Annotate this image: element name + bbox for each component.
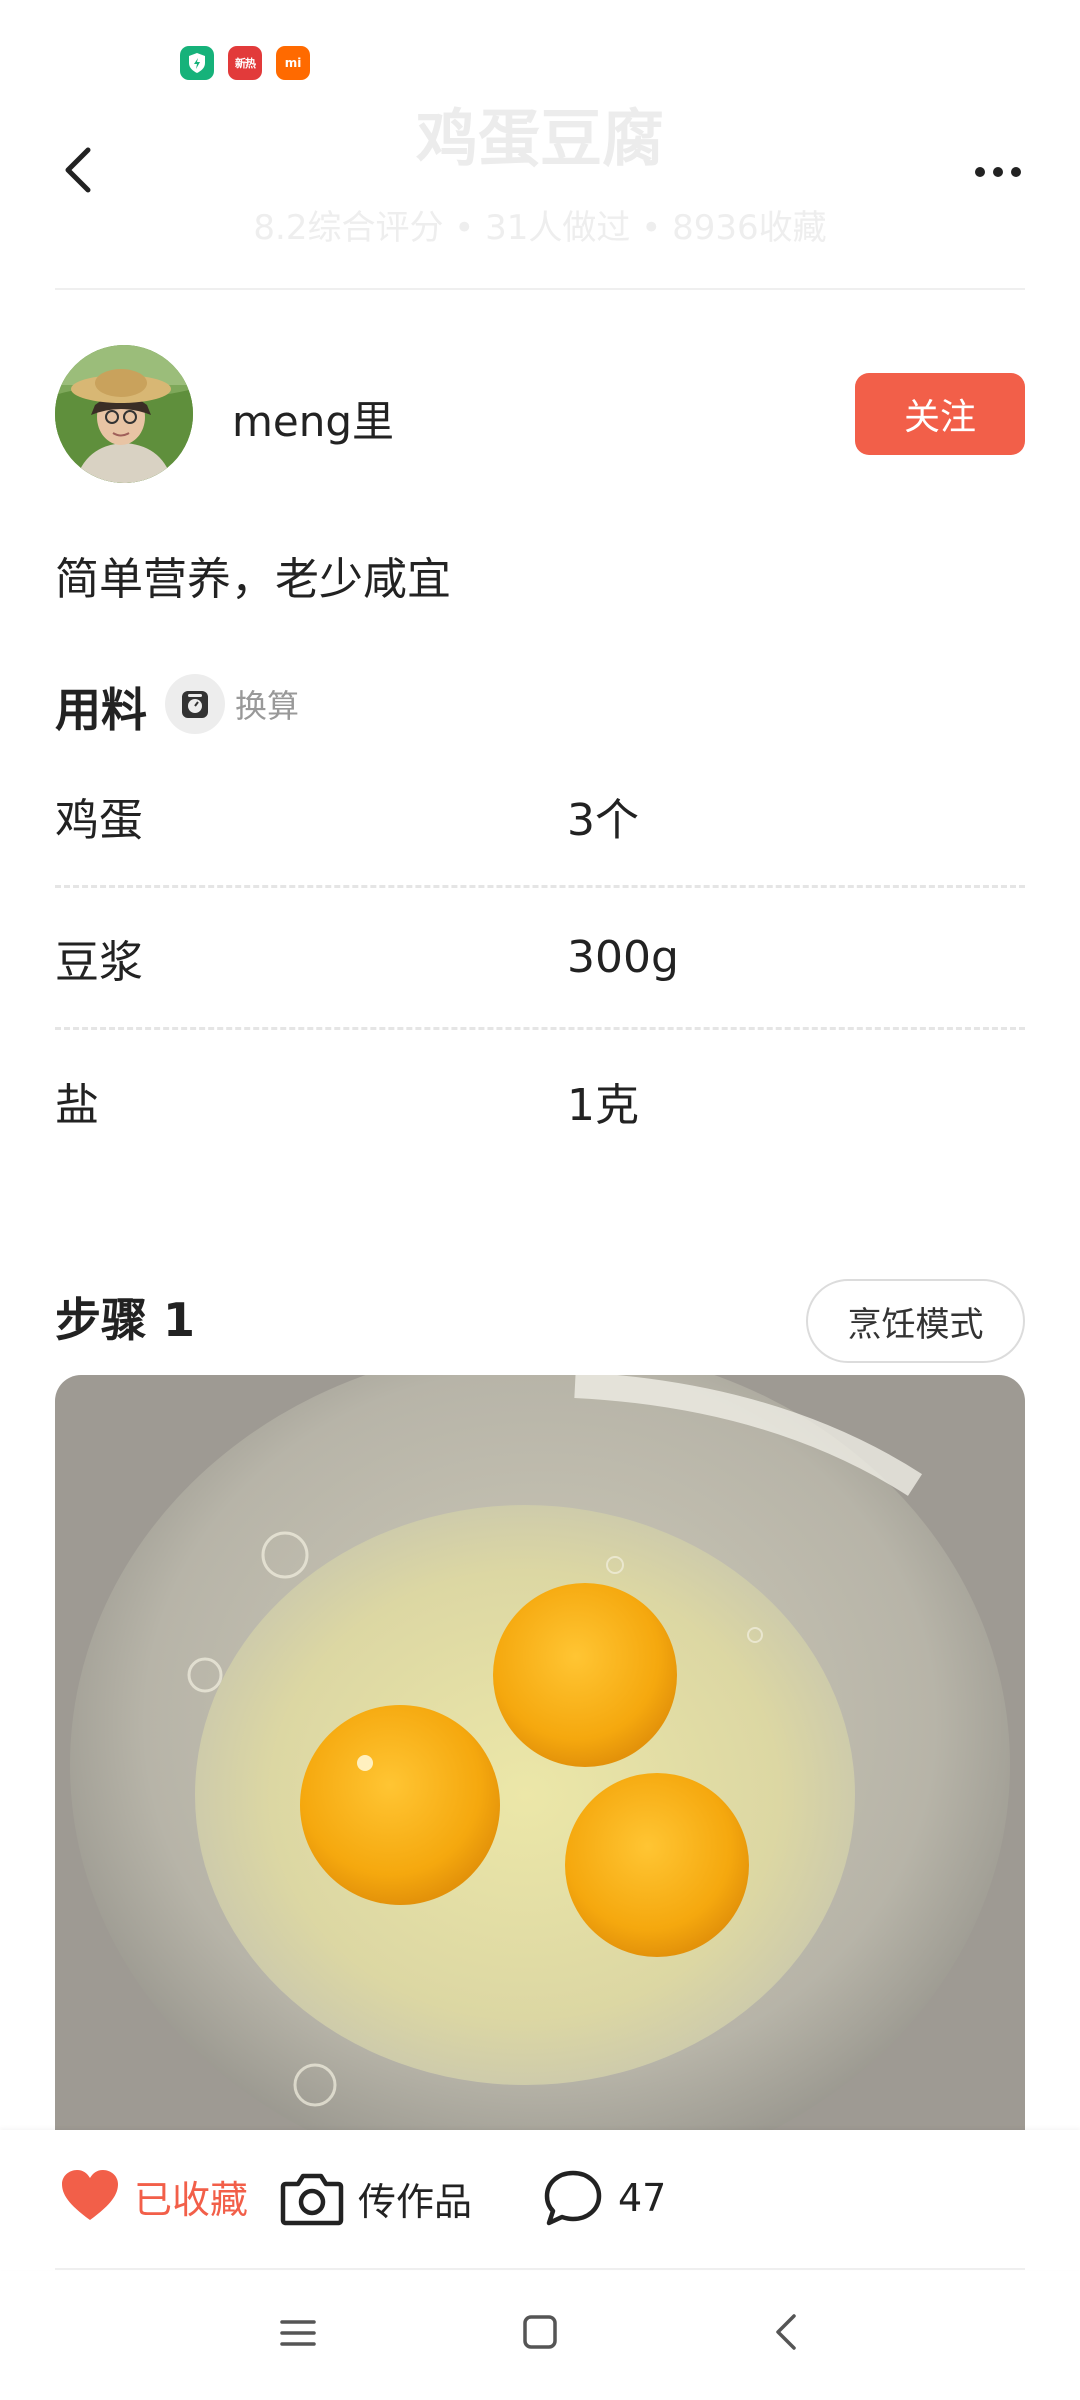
step-photo[interactable] bbox=[55, 1375, 1025, 2145]
ingredients-title: 用料 bbox=[55, 683, 147, 737]
recipe-stats: 8.2综合评分 • 31人做过 • 8936收藏 bbox=[253, 208, 827, 248]
recent-apps-button[interactable] bbox=[280, 2318, 316, 2348]
home-button[interactable] bbox=[522, 2314, 558, 2350]
more-button[interactable] bbox=[966, 150, 1030, 194]
chevron-left-icon bbox=[65, 147, 91, 193]
kitchen-scale-icon bbox=[165, 674, 225, 734]
ingredient-amount: 3个 bbox=[567, 794, 639, 846]
header-divider bbox=[55, 288, 1025, 290]
mi-app-icon: mi bbox=[276, 46, 310, 80]
menu-icon bbox=[280, 2320, 316, 2346]
favorite-label: 已收藏 bbox=[134, 2177, 249, 2222]
recipe-title: 鸡蛋豆腐 bbox=[415, 102, 664, 175]
step-title: 步骤 1 bbox=[55, 1293, 196, 1347]
upload-work-label: 传作品 bbox=[358, 2179, 473, 2224]
news-app-icon: 新热 bbox=[228, 46, 262, 80]
ingredient-name: 鸡蛋 bbox=[55, 794, 143, 846]
author-name[interactable]: meng里 bbox=[232, 388, 394, 449]
system-back-button[interactable] bbox=[772, 2312, 802, 2352]
ingredient-row: 豆浆 300g bbox=[55, 888, 1025, 1030]
shield-app-icon bbox=[180, 46, 214, 80]
back-arrow-icon bbox=[776, 2314, 796, 2350]
ingredient-amount: 300g bbox=[567, 932, 679, 983]
action-bar-divider bbox=[55, 2268, 1025, 2270]
camera-icon bbox=[280, 2173, 344, 2226]
back-button[interactable] bbox=[52, 140, 112, 200]
cooking-mode-button[interactable]: 烹饪模式 bbox=[806, 1279, 1025, 1363]
status-bar-icons: 新热 mi bbox=[180, 46, 310, 80]
unit-convert-label: 换算 bbox=[235, 687, 300, 725]
ingredient-name: 豆浆 bbox=[55, 936, 143, 988]
upload-work-button[interactable]: 传作品 bbox=[280, 2168, 472, 2228]
ingredient-amount: 1克 bbox=[567, 1080, 639, 1131]
home-square-icon bbox=[523, 2315, 557, 2349]
heart-icon bbox=[62, 2170, 118, 2220]
follow-button[interactable]: 关注 bbox=[855, 373, 1025, 455]
ingredient-row: 鸡蛋 3个 bbox=[55, 746, 1025, 888]
comment-count: 47 bbox=[618, 2176, 667, 2220]
avatar[interactable] bbox=[55, 345, 193, 483]
unit-convert-button[interactable]: 换算 bbox=[165, 673, 299, 735]
more-dots-icon bbox=[975, 167, 1021, 177]
favorite-button[interactable]: 已收藏 bbox=[60, 2168, 248, 2224]
comment-icon bbox=[544, 2170, 602, 2226]
ingredient-row: 盐 1克 bbox=[55, 1030, 1025, 1172]
ingredient-name: 盐 bbox=[55, 1080, 99, 1131]
comment-button[interactable]: 47 bbox=[542, 2168, 666, 2228]
recipe-description: 简单营养，老少咸宜 bbox=[55, 554, 451, 605]
